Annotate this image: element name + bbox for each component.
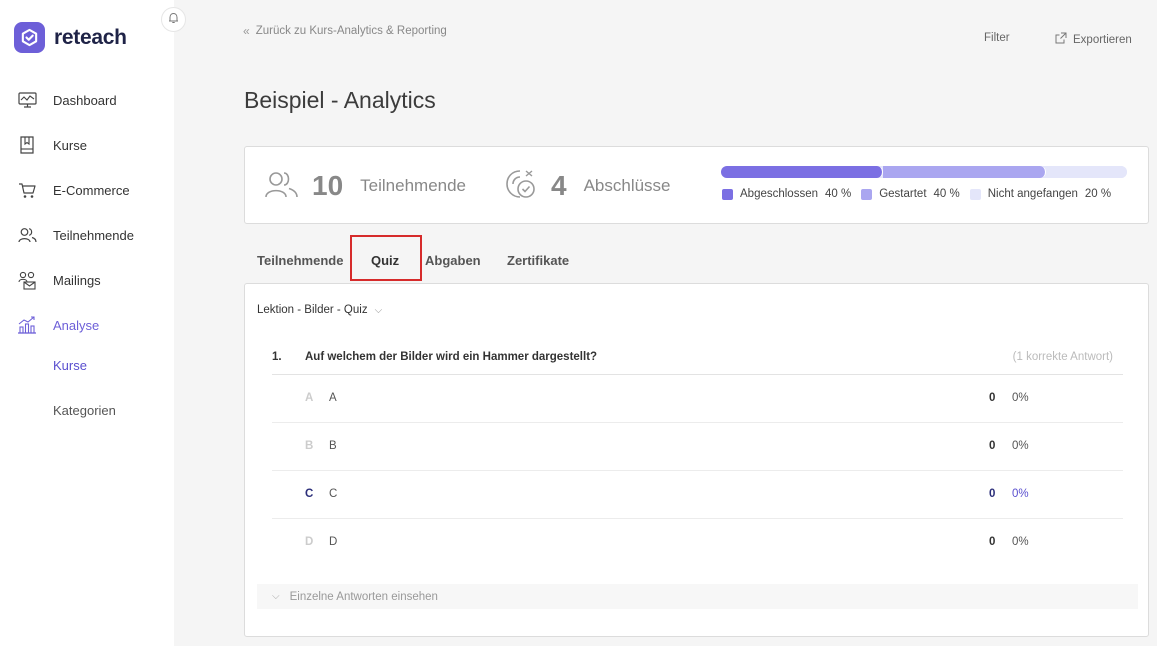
progress-segment-not-started [1045,166,1127,178]
sidebar-item-dashboard[interactable]: Dashboard [0,85,174,115]
answer-text: A [329,392,337,404]
legend-swatch [969,188,981,200]
legend-item-completed: Abgeschlossen 40 % [722,188,851,200]
dashboard-icon [16,90,38,110]
legend-pct: 40 % [825,188,852,200]
legend-item-started: Gestartet 40 % [861,188,960,200]
legend-label: Gestartet [879,188,927,200]
participants-count: 10 [312,170,344,201]
sidebar-item-e-commerce[interactable]: E-Commerce [0,175,174,205]
answer-letter: C [305,488,314,500]
legend-label: Abgeschlossen [740,188,818,200]
users-icon [16,225,38,245]
export-icon [1055,32,1073,47]
sidebar-item-kurse[interactable]: Kurse [0,130,174,160]
back-link[interactable]: « Zurück zu Kurs-Analytics & Reporting [243,24,447,38]
sidebar-subitem-kurse[interactable]: Kurse [53,358,87,373]
sidebar: reteach Dashboard Kurse E-Commerce Teiln… [0,0,174,646]
progress-segment-started [883,166,1046,178]
answer-row: A A 0 0% [272,375,1123,423]
lesson-select[interactable]: Lektion - Bilder - Quiz ⌵ [257,304,382,316]
export-label: Exportieren [1073,33,1132,46]
legend-item-not-started: Nicht angefangen 20 % [969,188,1112,200]
answer-text: C [329,488,338,500]
legend-pct: 40 % [933,188,960,200]
tab-teilnehmende[interactable]: Teilnehmende [257,253,343,268]
answer-pct: 0% [1012,440,1029,452]
answer-text: D [329,536,338,548]
sidebar-item-label: Analyse [53,317,100,333]
completions-count: 4 [551,170,567,201]
answer-letter: D [305,536,314,548]
export-button[interactable]: Exportieren [1055,32,1132,47]
answer-count: 0 [989,488,996,500]
analytics-icon [16,315,38,335]
book-icon [16,135,38,155]
tab-zertifikate[interactable]: Zertifikate [507,253,569,268]
legend-pct: 20 % [1084,188,1112,200]
sidebar-item-label: Dashboard [53,92,117,108]
question-number: 1. [272,351,282,363]
answer-text: B [329,440,337,452]
users-icon [265,170,298,203]
legend-swatch [722,188,733,200]
sidebar-subitem-kategorien[interactable]: Kategorien [53,403,116,418]
answer-count: 0 [989,536,996,548]
double-chevron-left-icon: « [243,24,250,38]
completion-progress-bar [721,166,1127,178]
back-link-label: Zurück zu Kurs-Analytics & Reporting [255,25,447,37]
view-individual-answers-toggle[interactable]: ⌵ Einzelne Antworten einsehen [257,584,1138,609]
chevron-down-icon: ⌵ [374,304,383,316]
sidebar-item-teilnehmende[interactable]: Teilnehmende [0,220,174,250]
progress-legend: Abgeschlossen 40 % Gestartet 40 % Nicht … [722,188,1121,200]
mailing-icon [16,270,38,290]
bell-icon [168,11,179,29]
answer-row: B B 0 0% [272,423,1123,471]
question-note: (1 korrekte Antwort) [1012,351,1113,363]
completions-label: Abschlüsse [583,176,671,195]
brand-logo[interactable]: reteach [14,22,127,53]
tab-highlight-box [350,235,422,281]
lesson-select-value: Lektion - Bilder - Quiz [257,304,368,316]
answer-pct: 0% [1012,536,1029,548]
cart-icon [16,180,38,200]
answer-letter: A [305,392,314,404]
reteach-logo-icon [14,22,45,53]
stats-card: 10 Teilnehmende 4 Abschlüsse Abgeschloss… [244,146,1149,224]
question-text: Auf welchem der Bilder wird ein Hammer d… [305,351,598,363]
participants-label: Teilnehmende [360,176,467,195]
question-row: 1. Auf welchem der Bilder wird ein Hamme… [272,345,1123,375]
filter-button[interactable]: Filter [984,32,1010,44]
quiz-card: Lektion - Bilder - Quiz ⌵ 1. Auf welchem… [244,283,1149,637]
sidebar-item-label: Mailings [53,272,101,288]
answer-pct: 0% [1012,392,1029,404]
answer-row-correct: C C 0 0% [272,471,1123,519]
legend-label: Nicht angefangen [987,188,1078,200]
answer-row: D D 0 0% [272,519,1123,567]
answer-pct: 0% [1012,488,1029,500]
details-label: Einzelne Antworten einsehen [289,590,438,603]
brand-name: reteach [54,25,127,49]
badge-check-icon [504,168,537,205]
tab-abgaben[interactable]: Abgaben [425,253,481,268]
participants-stat: 10 Teilnehmende [265,147,466,225]
legend-swatch [861,188,873,200]
answer-letter: B [305,440,314,452]
answer-count: 0 [989,392,996,404]
sidebar-item-label: Teilnehmende [53,227,134,243]
sidebar-item-mailings[interactable]: Mailings [0,265,174,295]
completions-stat: 4 Abschlüsse [504,147,671,225]
sidebar-item-label: E-Commerce [53,182,130,198]
page-title: Beispiel - Analytics [244,87,436,113]
notification-bell-button[interactable] [161,7,186,32]
chevron-down-icon: ⌵ [272,591,280,602]
answer-count: 0 [989,440,996,452]
sidebar-item-label: Kurse [53,137,87,153]
sidebar-item-analyse[interactable]: Analyse [0,310,174,340]
progress-segment-completed [721,166,884,178]
